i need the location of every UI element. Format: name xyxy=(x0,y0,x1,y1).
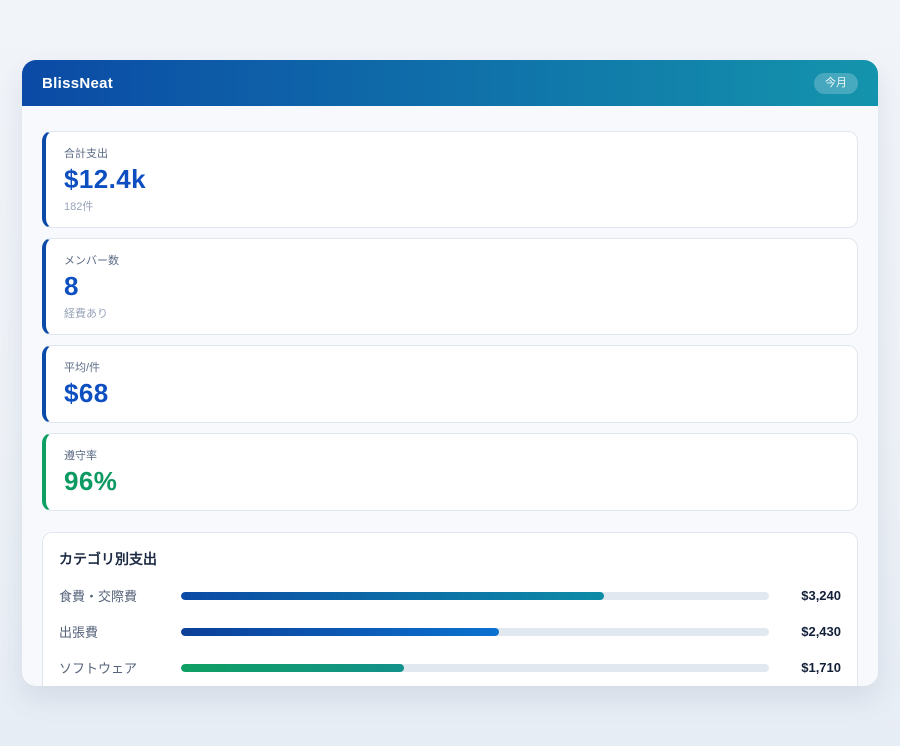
category-bar-fill xyxy=(181,664,404,672)
category-card-title: カテゴリ別支出 xyxy=(59,549,841,569)
category-bar-fill xyxy=(181,628,499,636)
category-bar-track xyxy=(181,664,769,672)
stat-label: メンバー数 xyxy=(64,252,839,268)
app-header: BlissNeat 今月 xyxy=(22,60,878,106)
stat-value: 96% xyxy=(64,466,839,497)
category-bar-track xyxy=(181,628,769,636)
category-bar-fill xyxy=(181,592,604,600)
dashboard-panel: BlissNeat 今月 合計支出 $12.4k 182件 メンバー数 8 経費… xyxy=(22,60,878,686)
category-row: 出張費 $2,430 xyxy=(59,622,841,641)
stat-value: 8 xyxy=(64,271,839,302)
category-label: 食費・交際費 xyxy=(59,586,181,605)
category-amount: $3,240 xyxy=(781,588,841,603)
stat-value: $68 xyxy=(64,378,839,409)
category-bar-track xyxy=(181,592,769,600)
category-amount: $1,710 xyxy=(781,660,841,675)
stat-sub: 182件 xyxy=(64,198,839,214)
period-badge: 今月 xyxy=(814,73,858,94)
category-label: ソフトウェア xyxy=(59,658,181,677)
stat-card-compliance-rate: 遵守率 96% xyxy=(42,433,858,511)
app-title: BlissNeat xyxy=(42,75,113,92)
stat-label: 平均/件 xyxy=(64,359,839,375)
category-amount: $2,430 xyxy=(781,624,841,639)
category-row: ソフトウェア $1,710 xyxy=(59,658,841,677)
dashboard-content: 合計支出 $12.4k 182件 メンバー数 8 経費あり 平均/件 $68 遵… xyxy=(22,106,878,686)
category-breakdown-card: カテゴリ別支出 食費・交際費 $3,240 出張費 $2,430 ソフトウェア xyxy=(42,532,858,686)
stat-value: $12.4k xyxy=(64,164,839,195)
category-label: 出張費 xyxy=(59,622,181,641)
category-row: 食費・交際費 $3,240 xyxy=(59,586,841,605)
stat-label: 遵守率 xyxy=(64,447,839,463)
stat-card-member-count: メンバー数 8 経費あり xyxy=(42,238,858,335)
stat-card-average-per-item: 平均/件 $68 xyxy=(42,345,858,423)
stat-sub: 経費あり xyxy=(64,305,839,321)
stat-card-total-spend: 合計支出 $12.4k 182件 xyxy=(42,131,858,228)
stat-label: 合計支出 xyxy=(64,145,839,161)
